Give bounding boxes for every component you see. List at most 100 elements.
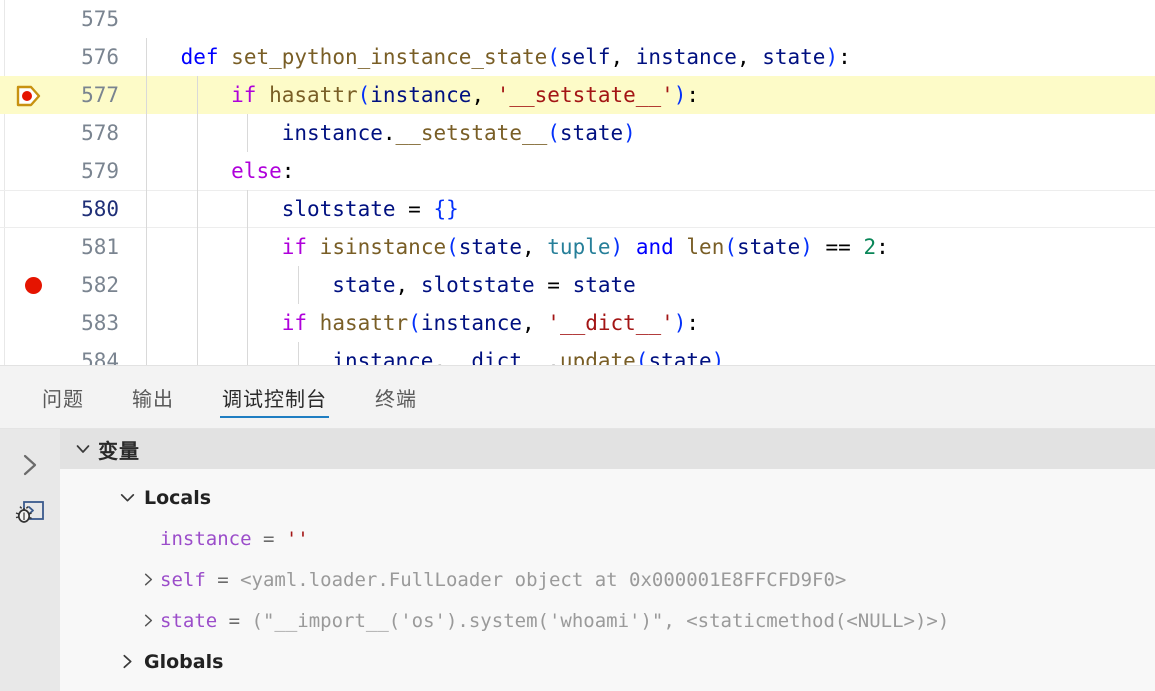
panel-tab[interactable]: 调试控制台 <box>220 366 329 428</box>
code-token: hasattr <box>269 83 358 107</box>
code-token: slotstate <box>421 273 535 297</box>
code-token: __setstate__ <box>396 121 548 145</box>
debug-activity-bar <box>0 429 60 691</box>
code-token: ) <box>674 83 687 107</box>
code-token: ) <box>800 235 813 259</box>
variable-row[interactable]: instance = '' <box>60 518 1155 559</box>
code-token: state <box>573 273 636 297</box>
chevron-right-icon[interactable] <box>136 571 160 588</box>
code-line[interactable]: 584 instance.__dict__.update(state) <box>0 342 1155 365</box>
indent-guides <box>0 0 1155 38</box>
glyph-margin-slot[interactable] <box>0 38 46 76</box>
chevron-right-icon <box>118 652 144 671</box>
code-line[interactable]: 581 if isinstance(state, tuple) and len(… <box>0 228 1155 266</box>
breakpoint-dot <box>25 277 42 294</box>
code-line[interactable]: 577 if hasattr(instance, '__setstate__')… <box>0 76 1155 114</box>
code-token: ( <box>547 121 560 145</box>
code-line[interactable]: 575 <box>0 0 1155 38</box>
code-editor[interactable]: 575576 def set_python_instance_state(sel… <box>0 0 1155 365</box>
variable-equals-sign: = <box>217 610 251 632</box>
variable-scope-row[interactable]: Globals <box>60 641 1155 682</box>
code-token: set_python_instance_state <box>231 45 547 69</box>
code-token: hasattr <box>320 311 409 335</box>
code-line[interactable]: 576 def set_python_instance_state(self, … <box>0 38 1155 76</box>
panel-tab-label: 问题 <box>42 383 84 412</box>
glyph-margin-slot[interactable] <box>0 152 46 190</box>
variable-name: self <box>160 569 206 591</box>
code-token: . <box>547 349 560 365</box>
code-token: ) <box>825 45 838 69</box>
code-token: , <box>737 45 762 69</box>
code-token <box>130 349 332 365</box>
code-line[interactable]: 579 else: <box>0 152 1155 190</box>
code-token: , <box>522 235 547 259</box>
code-token: : <box>876 235 889 259</box>
line-number: 577 <box>46 83 130 107</box>
code-token <box>674 235 687 259</box>
panel-tab-label: 调试控制台 <box>222 383 327 412</box>
glyph-margin-slot[interactable] <box>0 304 46 342</box>
debug-console-icon[interactable] <box>8 491 52 535</box>
variables-tree[interactable]: Localsinstance = ''self = <yaml.loader.F… <box>60 469 1155 691</box>
code-token: update <box>560 349 636 365</box>
code-text: slotstate = {} <box>130 197 459 221</box>
chevron-down-icon <box>118 488 144 507</box>
glyph-margin-slot[interactable] <box>0 0 46 38</box>
code-line[interactable]: 578 instance.__setstate__(state) <box>0 114 1155 152</box>
breakpoint-icon[interactable] <box>0 266 46 304</box>
code-token: : <box>838 45 851 69</box>
variable-row[interactable]: self = <yaml.loader.FullLoader object at… <box>60 559 1155 600</box>
code-token: and <box>636 235 674 259</box>
variables-section-header[interactable]: 变量 <box>60 429 1155 469</box>
line-number: 579 <box>46 159 130 183</box>
chevron-right-icon[interactable] <box>8 443 52 487</box>
code-token: , <box>396 273 421 297</box>
glyph-margin-slot[interactable] <box>0 114 46 152</box>
current-execution-breakpoint-icon[interactable] <box>0 76 46 114</box>
variable-equals-sign: = <box>252 528 286 550</box>
panel-tab[interactable]: 输出 <box>130 366 176 428</box>
code-token: , <box>610 45 635 69</box>
code-token: slotstate <box>282 197 396 221</box>
panel-tab-label: 输出 <box>132 383 174 412</box>
variable-row[interactable]: state = ("__import__('os').system('whoam… <box>60 600 1155 641</box>
panel-tab[interactable]: 终端 <box>373 366 419 428</box>
line-number: 575 <box>46 7 130 31</box>
code-token: , <box>471 83 496 107</box>
code-token <box>130 45 181 69</box>
execution-pointer-shape <box>16 85 42 106</box>
code-token: 2 <box>863 235 876 259</box>
variable-value: '' <box>286 528 309 550</box>
code-line[interactable]: 583 if hasattr(instance, '__dict__'): <box>0 304 1155 342</box>
code-token: ( <box>547 45 560 69</box>
panel-tab[interactable]: 问题 <box>40 366 86 428</box>
code-token: state <box>762 45 825 69</box>
code-token <box>130 159 231 183</box>
glyph-margin-slot[interactable] <box>0 342 46 365</box>
variable-value: ("__import__('os').system('whoami')", <s… <box>252 610 950 632</box>
line-number: 581 <box>46 235 130 259</box>
glyph-margin-slot[interactable] <box>0 228 46 266</box>
panel-tab-label: 终端 <box>375 383 417 412</box>
code-line[interactable]: 582 state, slotstate = state <box>0 266 1155 304</box>
code-text: def set_python_instance_state(self, inst… <box>130 45 851 69</box>
variable-scope-name: Globals <box>144 651 223 673</box>
code-token: : <box>282 159 295 183</box>
code-text: instance.__dict__.update(state) <box>130 349 724 365</box>
code-token: , <box>522 311 547 335</box>
chevron-right-icon[interactable] <box>136 612 160 629</box>
code-token <box>307 311 320 335</box>
code-token: '__setstate__' <box>497 83 674 107</box>
code-line[interactable]: 580 slotstate = {} <box>0 190 1155 228</box>
code-token <box>130 311 282 335</box>
code-token <box>851 235 864 259</box>
editor-line-list: 575576 def set_python_instance_state(sel… <box>0 0 1155 365</box>
line-number: 584 <box>46 349 130 365</box>
glyph-margin-slot[interactable] <box>0 190 46 228</box>
code-token: ( <box>446 235 459 259</box>
code-token <box>130 273 332 297</box>
variable-scope-row[interactable]: Locals <box>60 477 1155 518</box>
code-token: else <box>231 159 282 183</box>
line-number: 583 <box>46 311 130 335</box>
chevron-down-icon <box>68 440 98 458</box>
